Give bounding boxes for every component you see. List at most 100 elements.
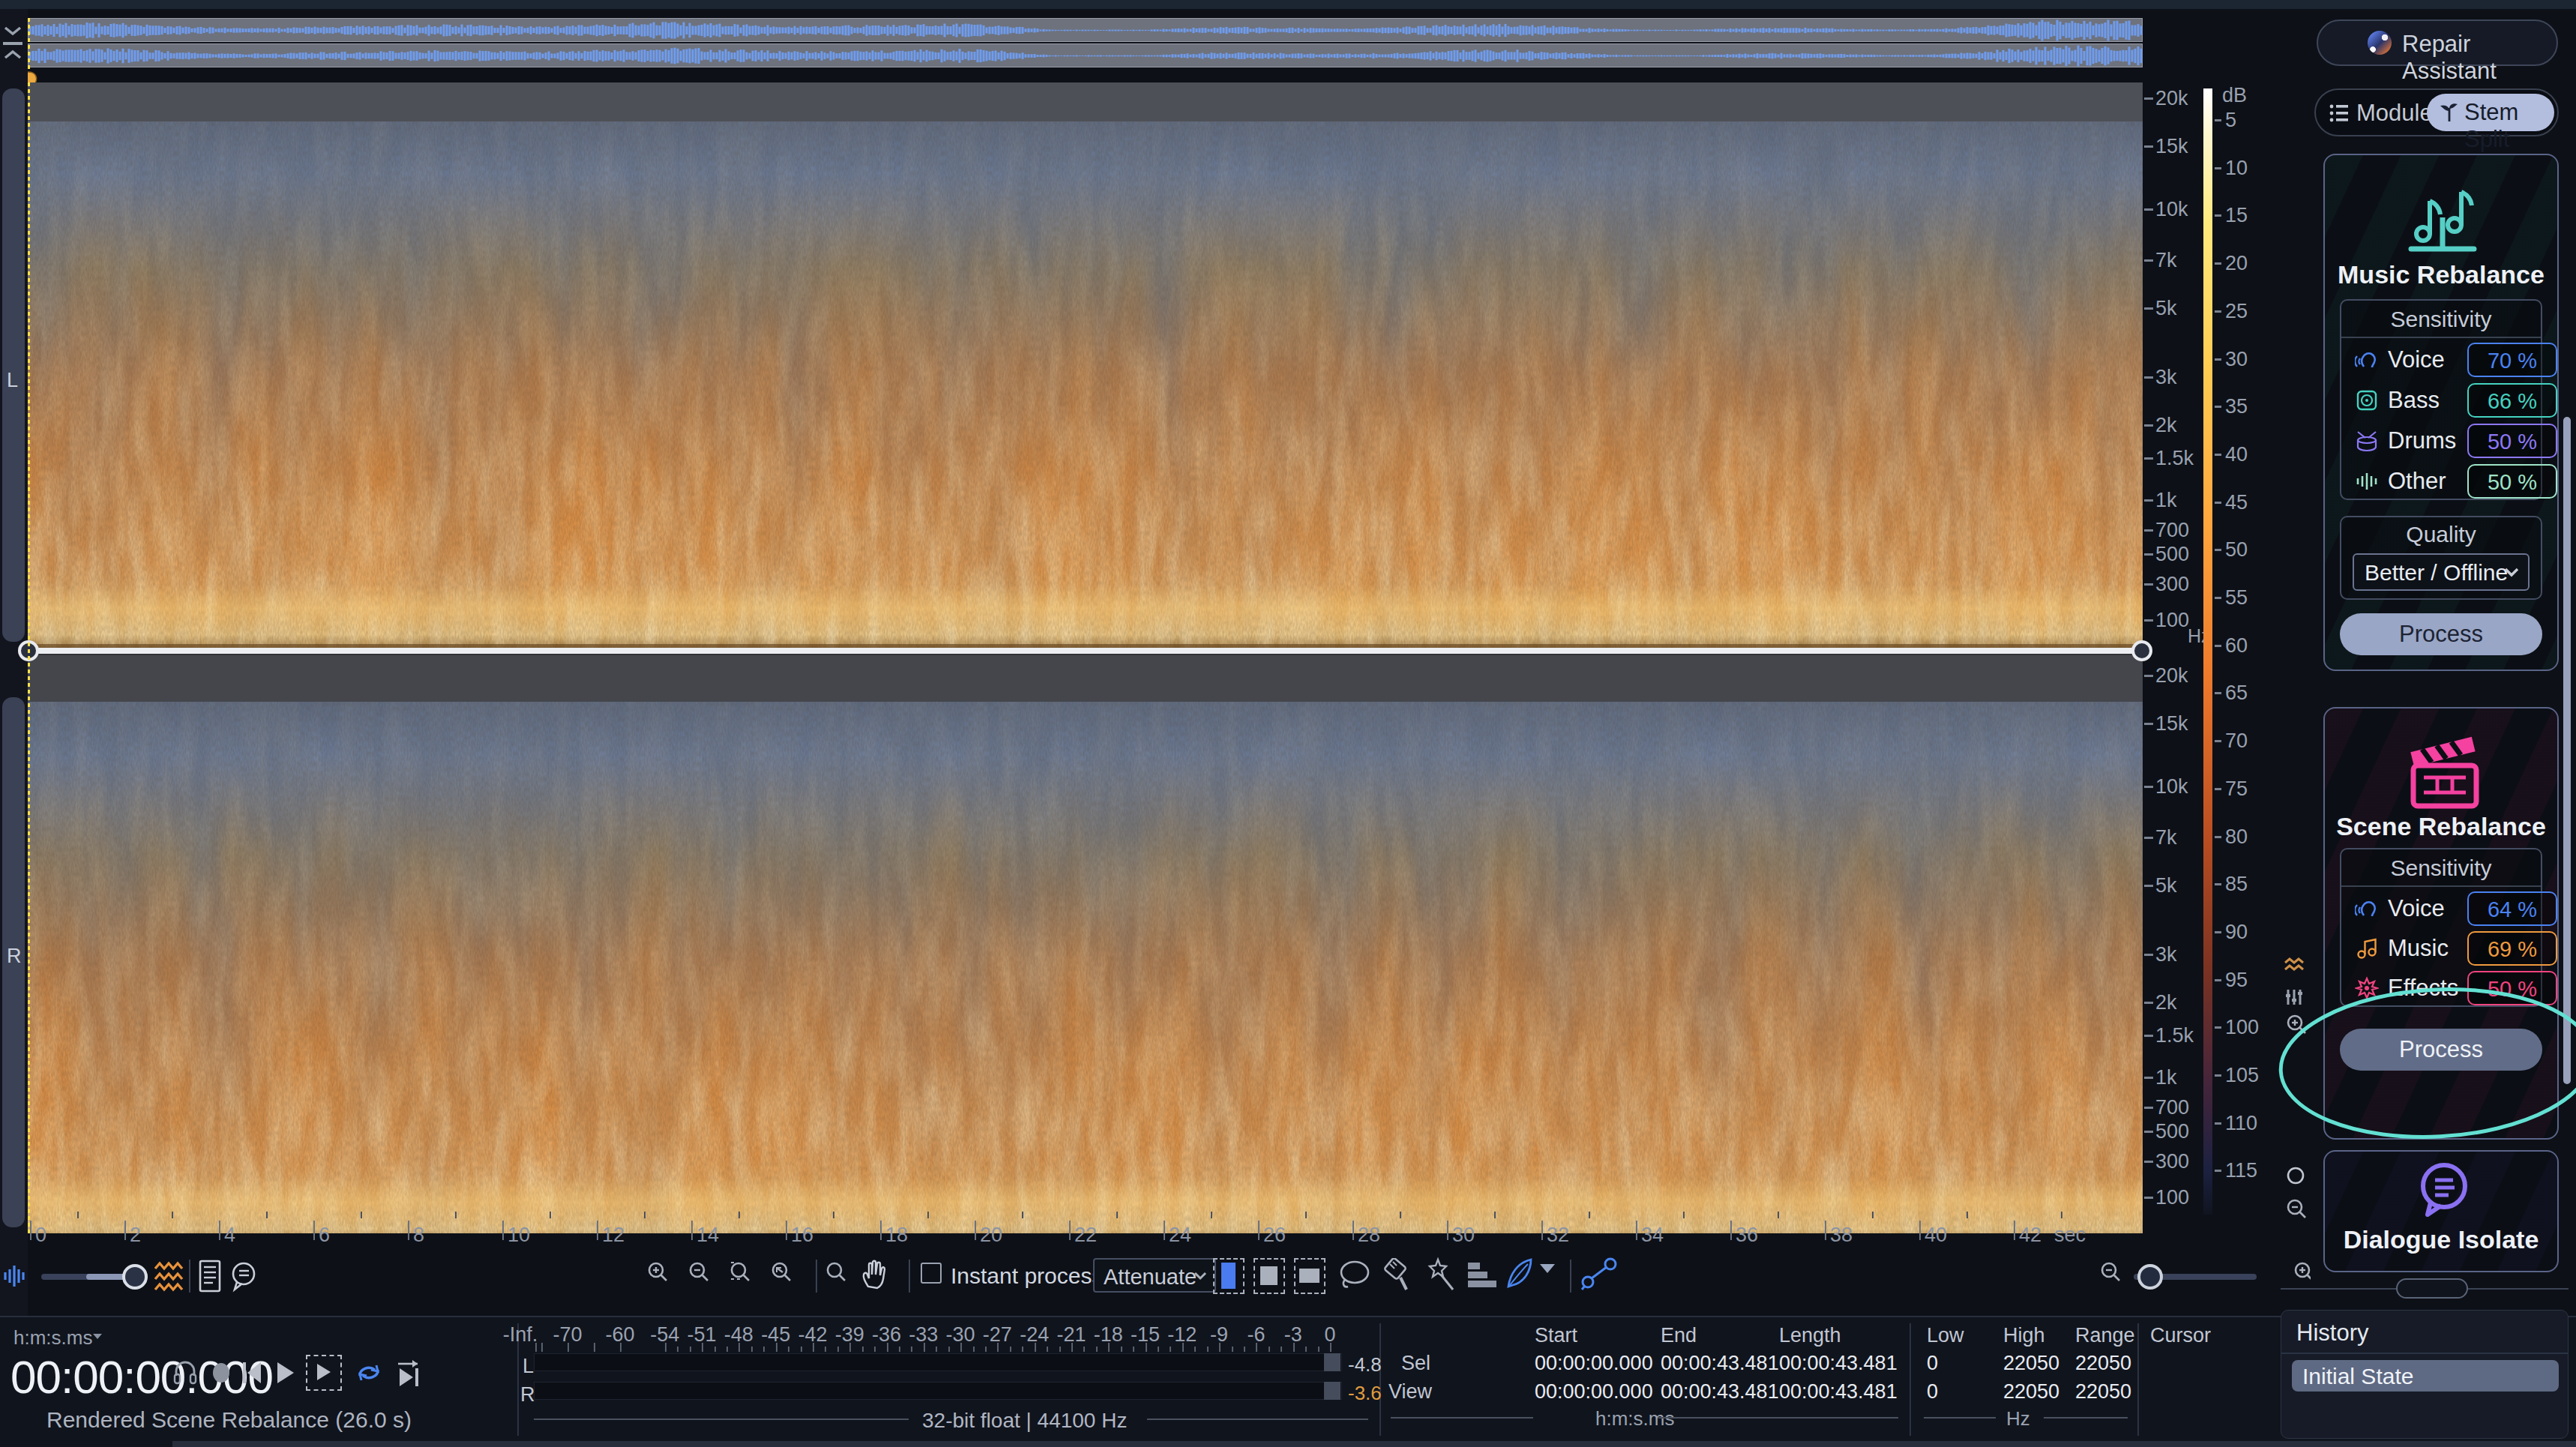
rx-app-window: LR (0, 0, 2576, 1447)
attenuate-dropdown[interactable]: Attenuate (1093, 1258, 1216, 1293)
channel-left-rail-bar[interactable]: L (2, 88, 25, 642)
waveform-view-icon[interactable] (3, 1264, 27, 1288)
bottom-separator (2137, 1323, 2139, 1436)
sensitivity-value-field[interactable]: 50 % (2467, 424, 2557, 458)
play-to-end-button[interactable] (396, 1358, 423, 1389)
quality-dropdown[interactable]: Better / Offline (2353, 553, 2530, 591)
monitor-headphones-icon[interactable] (172, 1359, 199, 1386)
sensitivity-value-field[interactable]: 64 % (2467, 891, 2557, 926)
repair-assistant-button[interactable]: Repair Assistant (2317, 19, 2558, 66)
ruler-minor-tick (927, 1212, 929, 1218)
histogram-tool[interactable] (1466, 1261, 1498, 1290)
envelope-node-tool[interactable] (1580, 1257, 1618, 1293)
play-selection-button[interactable] (306, 1355, 342, 1391)
frequency-header: High (2003, 1324, 2045, 1347)
h-zoom-slider-knob[interactable] (2135, 1262, 2165, 1292)
wave-overlay-icon[interactable] (2284, 957, 2305, 972)
meter-tick (751, 1347, 753, 1352)
session-notes-icon[interactable] (198, 1260, 222, 1294)
overview-waveform[interactable] (28, 18, 2143, 69)
music-process-button[interactable]: Process (2340, 613, 2542, 655)
overview-left-wave (28, 19, 2143, 42)
frequency-selection-tool[interactable] (1294, 1258, 1325, 1294)
sensitivity-row-label: Music (2388, 935, 2449, 962)
frequency-value: 0 (1927, 1352, 1938, 1375)
audio-format-label: 32-bit float | 44100 Hz (922, 1409, 1127, 1433)
ruler-tick (786, 1221, 787, 1240)
sensitivity-value-field[interactable]: 69 % (2467, 931, 2557, 966)
panel-resize-handle[interactable] (2396, 1278, 2468, 1299)
scroll-dot-icon[interactable] (2287, 1167, 2305, 1185)
db-label: 10 (2225, 157, 2248, 180)
channel-divider[interactable] (28, 648, 2143, 654)
record-button[interactable] (211, 1362, 232, 1385)
play-button[interactable] (274, 1361, 297, 1386)
meter-tick (1083, 1347, 1085, 1352)
meter-tick (899, 1347, 900, 1352)
time-format-dropdown-icon[interactable] (91, 1332, 103, 1341)
time-format-label[interactable]: h:m:s.ms (13, 1326, 92, 1350)
zoom-out-vertical-icon[interactable] (2285, 1198, 2308, 1221)
sensitivity-value-field[interactable]: 66 % (2467, 383, 2557, 418)
zoom-in-button[interactable] (646, 1261, 669, 1284)
music-rebalance-card[interactable]: Music RebalanceSensitivityVoice70 %Bass6… (2323, 154, 2559, 671)
feather-dropdown-icon[interactable] (1538, 1263, 1556, 1276)
sR-texture (28, 702, 2143, 1233)
blend-slider-knob[interactable] (120, 1262, 150, 1292)
tab-stem-split[interactable]: Stem Split (2427, 94, 2554, 131)
overview-left[interactable] (28, 18, 2143, 42)
brush-tool[interactable] (1381, 1258, 1414, 1293)
collapse-down-icon[interactable] (3, 25, 22, 36)
meter-tick (714, 1347, 716, 1352)
meter-tick (1158, 1347, 1159, 1352)
attenuate-dropdown-value: Attenuate (1104, 1265, 1197, 1290)
h-zoom-out-button[interactable] (2099, 1261, 2122, 1284)
time-selection-tool[interactable] (1213, 1258, 1245, 1294)
ruler-minor-tick (2061, 1212, 2062, 1218)
previous-button[interactable] (241, 1361, 264, 1386)
stem-split-icon (2439, 102, 2460, 124)
spectrogram-view-icon[interactable] (154, 1261, 184, 1293)
sensitivity-value-field[interactable]: 70 % (2467, 343, 2557, 377)
magnify-tool[interactable] (825, 1261, 847, 1284)
music-rebalance-icon (2398, 174, 2488, 260)
freq-label: 20k (2155, 664, 2188, 688)
loop-playback-button[interactable] (354, 1358, 384, 1388)
spectrogram-left-channel[interactable] (28, 82, 2143, 648)
time-frequency-selection-tool[interactable] (1254, 1258, 1285, 1294)
freq-label: 15k (2155, 712, 2188, 735)
db-tick (2215, 119, 2221, 121)
spectrogram-right-channel[interactable] (28, 654, 2143, 1233)
meter-bar-left (534, 1353, 1342, 1371)
divider-handle-right[interactable] (2131, 640, 2153, 662)
lasso-tool[interactable] (1337, 1260, 1372, 1293)
meter-tick (1269, 1347, 1270, 1352)
zoom-selection-button[interactable] (729, 1261, 751, 1284)
ruler-tick (2014, 1221, 2015, 1240)
history-item[interactable]: Initial State (2292, 1360, 2559, 1392)
channel-right-rail-bar[interactable]: R (2, 697, 25, 1227)
db-tick (2215, 883, 2221, 885)
zoom-fit-button[interactable] (770, 1261, 792, 1284)
history-panel: HistoryInitial State (2281, 1310, 2569, 1439)
meter-tick (1121, 1347, 1122, 1352)
sensitivity-value-field[interactable]: 50 % (2467, 464, 2557, 499)
instant-process-checkbox[interactable] (921, 1263, 942, 1284)
hand-tool[interactable] (861, 1258, 889, 1291)
sensitivity-value: 69 % (2469, 937, 2556, 962)
collapse-up-icon[interactable] (3, 49, 22, 60)
zoom-out-button[interactable] (687, 1261, 710, 1284)
comment-icon[interactable] (229, 1261, 259, 1293)
ruler-label: 42 (2019, 1224, 2041, 1247)
ruler-minor-tick (1400, 1212, 1401, 1218)
selection-value: 00:00:00.000 (1535, 1352, 1653, 1375)
meter-tick (1318, 1347, 1319, 1352)
meter-tick (1207, 1347, 1209, 1352)
overview-right[interactable] (28, 43, 2143, 67)
magic-wand-tool[interactable] (1423, 1257, 1456, 1293)
freq-label: 3k (2155, 943, 2177, 966)
sensitivity-row-label: Voice (2388, 346, 2445, 373)
dialogue-isolate-card[interactable]: Dialogue Isolate (2323, 1150, 2559, 1272)
feather-pen-tool[interactable] (1504, 1257, 1535, 1291)
selection-row-label: Sel (1388, 1352, 1430, 1375)
